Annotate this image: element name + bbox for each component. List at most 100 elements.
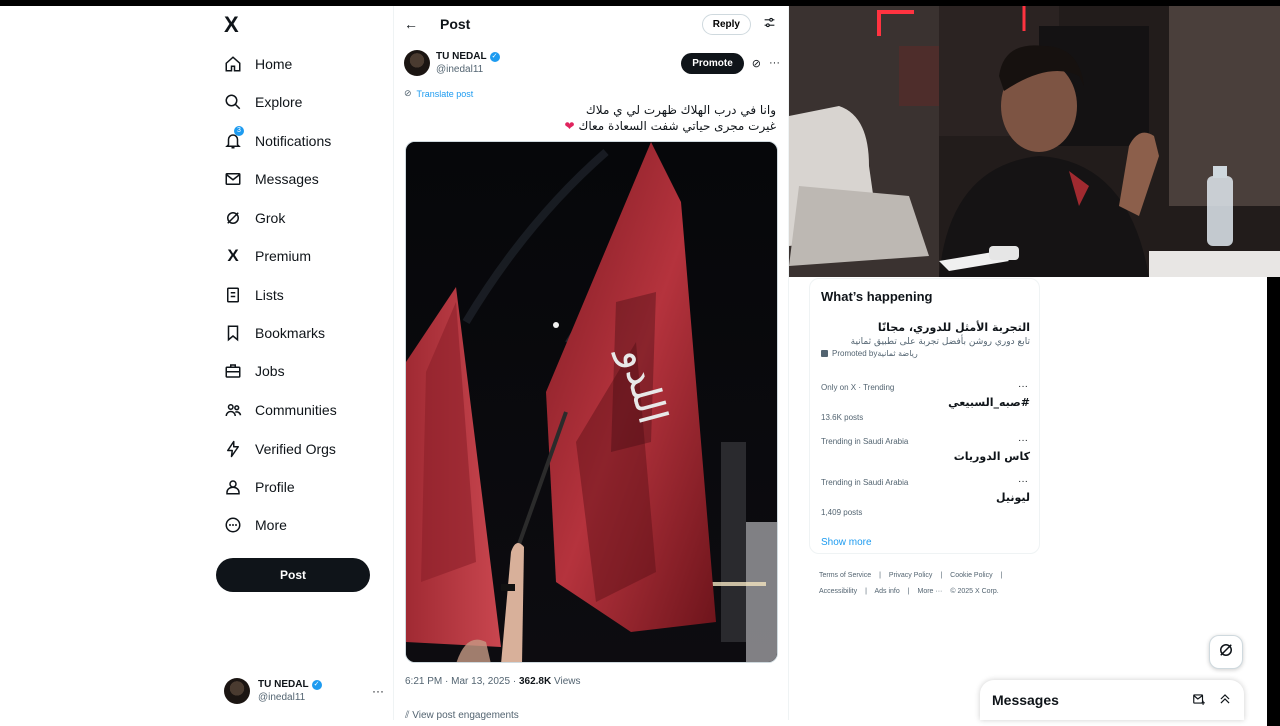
sidebar-nav: X Home Explore 3 Notifications Messages … — [216, 6, 392, 720]
sidebar-item-label: Communities — [255, 402, 337, 418]
post-header: ← Post Reply — [394, 6, 790, 42]
chevron-up-icon[interactable] — [1218, 692, 1232, 709]
footer-links: Terms of Service | Privacy Policy | Cook… — [819, 568, 1039, 600]
sidebar-item-label: Notifications — [255, 133, 332, 149]
whats-happening-title: What’s happening — [821, 289, 933, 304]
list-icon — [216, 286, 250, 304]
footer-link-accessibility[interactable]: Accessibility — [819, 588, 857, 595]
grok-floating-button[interactable] — [1209, 635, 1243, 669]
people-icon — [216, 401, 250, 419]
webcam-overlay — [789, 6, 1280, 277]
promote-button[interactable]: Promote — [681, 52, 744, 74]
promoted-by-label: Promoted by — [832, 349, 878, 358]
account-handle: @inedal11 — [258, 692, 306, 703]
sidebar-item-verified-orgs[interactable]: Verified Orgs — [216, 432, 336, 466]
trend-name: #صبه_السبيعي — [948, 396, 1030, 409]
sidebar-item-more[interactable]: More — [216, 508, 287, 542]
sidebar-item-label: Messages — [255, 171, 319, 187]
messages-drawer-title: Messages — [992, 692, 1059, 708]
trend-count: 1,409 posts — [821, 508, 863, 517]
lightning-icon — [216, 440, 250, 458]
sidebar-item-communities[interactable]: Communities — [216, 393, 337, 427]
sidebar-item-label: Jobs — [255, 363, 285, 379]
x-post-page: X Home Explore 3 Notifications Messages … — [0, 6, 1280, 726]
promo-subtitle: تابع دوري روشن بأفضل تجربة على تطبيق ثما… — [850, 337, 1030, 347]
sidebar-item-lists[interactable]: Lists — [216, 278, 284, 312]
sidebar-item-label: Premium — [255, 248, 312, 264]
filter-icon[interactable] — [763, 16, 776, 32]
x-icon: X — [227, 246, 239, 265]
sidebar-item-jobs[interactable]: Jobs — [216, 354, 285, 388]
footer-sep: | — [865, 588, 867, 595]
trend-item[interactable]: Trending in Saudi Arabia ··· ليونيل 1,40… — [821, 476, 1030, 517]
footer-link-privacy[interactable]: Privacy Policy — [889, 572, 933, 579]
sidebar-item-grok[interactable]: Grok — [216, 201, 285, 235]
grok-icon[interactable]: ⊘ — [752, 57, 761, 70]
sidebar-item-label: Lists — [255, 287, 284, 303]
show-more-link[interactable]: Show more — [821, 537, 872, 548]
footer-sep: | — [940, 572, 943, 579]
avatar[interactable] — [404, 50, 430, 76]
view-engagements-link[interactable]: ⫽ View post engagements — [405, 710, 519, 721]
promoted-trend[interactable]: التجربة الأمثل للدوري، مجانًا تابع دوري … — [821, 321, 1030, 358]
trend-count: 13.6K posts — [821, 413, 864, 422]
promo-title: التجربة الأمثل للدوري، مجانًا — [877, 321, 1030, 334]
copyright: © 2025 X Corp. — [950, 588, 999, 595]
trend-item[interactable]: Only on X · Trending ··· #صبه_السبيعي 13… — [821, 381, 1030, 422]
sidebar-item-premium[interactable]: X Premium — [216, 239, 311, 273]
bookmark-icon — [216, 324, 250, 342]
footer-sep: | — [907, 588, 910, 595]
sidebar-item-bookmarks[interactable]: Bookmarks — [216, 316, 325, 350]
more-dots-icon[interactable]: ··· — [769, 57, 780, 69]
footer-link-terms[interactable]: Terms of Service — [819, 572, 871, 579]
translate-post-link[interactable]: ⊘ Translate post — [404, 88, 473, 99]
chart-icon: ⫽ — [405, 710, 410, 721]
sidebar-item-label: Bookmarks — [255, 325, 326, 341]
views-label: Views — [551, 676, 581, 687]
trend-name: ليونيل — [996, 491, 1030, 504]
trend-context: Only on X · Trending — [821, 383, 895, 392]
trend-context: Trending in Saudi Arabia — [821, 437, 909, 446]
author-handle[interactable]: @inedal11 — [436, 64, 500, 75]
translate-label: Translate post — [416, 88, 474, 99]
sidebar-item-explore[interactable]: Explore — [216, 85, 302, 119]
promoted-by: Promoted by رياضة ثمانية — [821, 349, 1030, 358]
x-logo[interactable]: X — [224, 14, 246, 36]
post-metadata: 6:21 PM · Mar 13, 2025 · 362.8K Views — [405, 676, 580, 687]
notification-badge: 3 — [234, 126, 244, 136]
more-dots-icon[interactable]: ··· — [1018, 435, 1028, 446]
whats-happening-panel: What’s happening التجربة الأمثل للدوري، … — [809, 278, 1040, 554]
account-switcher[interactable]: TU NEDAL ✓ @inedal11 ··· — [224, 676, 384, 706]
more-dots-icon[interactable]: ··· — [1018, 476, 1028, 487]
engagements-label: View post engagements — [412, 710, 519, 721]
sidebar-item-profile[interactable]: Profile — [216, 470, 295, 504]
author-name[interactable]: TU NEDAL — [436, 51, 487, 62]
footer-link-ads-info[interactable]: Ads info — [874, 588, 899, 595]
sidebar-item-label: Verified Orgs — [255, 441, 336, 457]
footer-link-more[interactable]: More ··· — [918, 588, 943, 595]
post-text: وانا في درب الهلاك ظهرت لي ي ملاك غيرت م… — [406, 102, 776, 134]
new-message-icon[interactable] — [1192, 692, 1206, 709]
messages-drawer[interactable]: Messages — [980, 680, 1244, 720]
sidebar-item-home[interactable]: Home — [216, 47, 292, 81]
person-icon — [216, 478, 250, 496]
post-timestamp[interactable]: 6:21 PM · Mar 13, 2025 · — [405, 676, 519, 687]
mail-icon — [216, 170, 250, 188]
trend-item[interactable]: Trending in Saudi Arabia ··· كاس الدوريا… — [821, 435, 1030, 463]
post-button[interactable]: Post — [216, 558, 370, 592]
search-icon — [216, 93, 250, 111]
back-arrow-icon[interactable]: ← — [404, 16, 418, 32]
footer-link-cookie[interactable]: Cookie Policy — [950, 572, 992, 579]
trend-context: Trending in Saudi Arabia — [821, 478, 909, 487]
more-dots-icon[interactable]: ··· — [1018, 381, 1028, 392]
more-dots-icon[interactable]: ··· — [372, 684, 384, 698]
promoted-icon — [821, 350, 828, 357]
post-image[interactable]: اللدو — [405, 141, 778, 663]
sidebar-item-label: Profile — [255, 479, 295, 495]
home-icon — [216, 55, 250, 73]
reply-button[interactable]: Reply — [701, 13, 751, 35]
verified-badge-icon: ✓ — [489, 51, 500, 62]
bell-icon: 3 — [216, 126, 250, 150]
sidebar-item-notifications[interactable]: 3 Notifications — [216, 124, 331, 158]
sidebar-item-messages[interactable]: Messages — [216, 162, 319, 196]
